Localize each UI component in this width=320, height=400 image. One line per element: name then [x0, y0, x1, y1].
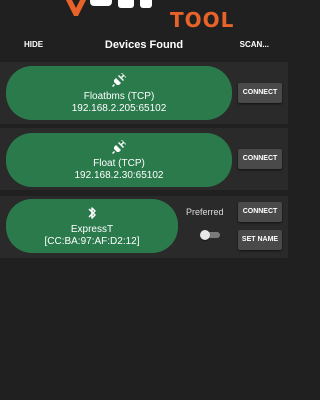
preferred-label: Preferred [186, 207, 224, 217]
device-row: Float (TCP) 192.168.2.30:65102 CONNECT [0, 128, 288, 190]
header-bar: HIDE Devices Found SCAN... [0, 36, 288, 56]
plug-icon [6, 139, 232, 155]
device-row: ExpressT [CC:BA:97:AF:D2:12] Preferred C… [0, 196, 288, 258]
device-card[interactable]: Float (TCP) 192.168.2.30:65102 [6, 133, 232, 187]
connect-button[interactable]: CONNECT [238, 83, 282, 103]
device-name: Floatbms (TCP) [83, 91, 155, 102]
scan-button[interactable]: SCAN... [240, 40, 269, 49]
device-name: Float (TCP) [93, 158, 145, 169]
plug-icon [6, 72, 232, 88]
logo-tool-text: TOOL [170, 8, 235, 32]
device-address: 192.168.2.205:65102 [71, 103, 167, 114]
device-card[interactable]: Floatbms (TCP) 192.168.2.205:65102 [6, 66, 232, 120]
connect-button[interactable]: CONNECT [238, 149, 282, 169]
device-address: [CC:BA:97:AF:D2:12] [44, 236, 140, 247]
set-name-button[interactable]: SET NAME [238, 230, 282, 250]
bluetooth-icon [6, 205, 178, 221]
app-logo: TOOL [0, 0, 288, 34]
device-card[interactable]: ExpressT [CC:BA:97:AF:D2:12] [6, 199, 178, 253]
device-row: Floatbms (TCP) 192.168.2.205:65102 CONNE… [0, 62, 288, 124]
device-address: 192.168.2.30:65102 [74, 170, 164, 181]
device-name: ExpressT [70, 224, 114, 235]
toggle-thumb [200, 230, 210, 240]
connect-button[interactable]: CONNECT [238, 202, 282, 222]
preferred-toggle[interactable] [200, 230, 220, 240]
logo-mark-icon [66, 0, 86, 16]
